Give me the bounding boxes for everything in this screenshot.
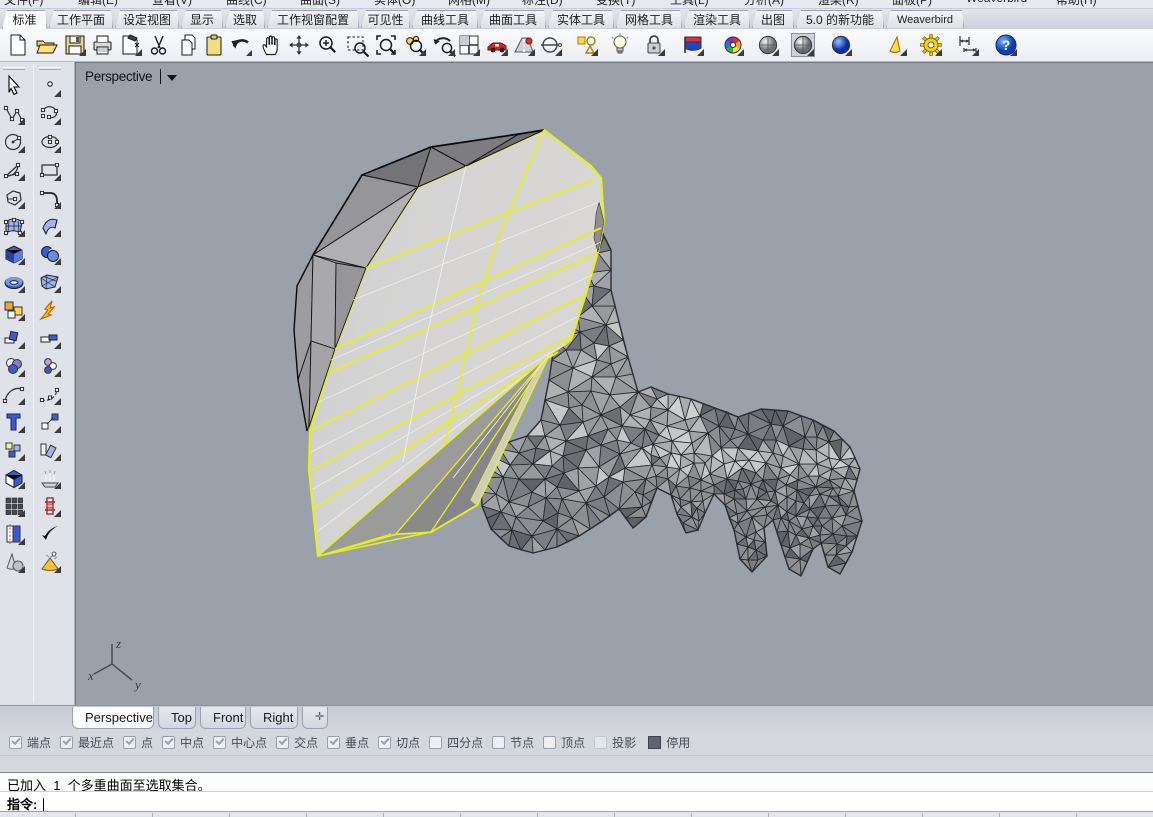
svg-text:z: z: [115, 640, 121, 651]
svg-text:x: x: [87, 668, 94, 683]
svg-text:y: y: [133, 677, 141, 692]
svg-text:?: ?: [1002, 37, 1011, 53]
